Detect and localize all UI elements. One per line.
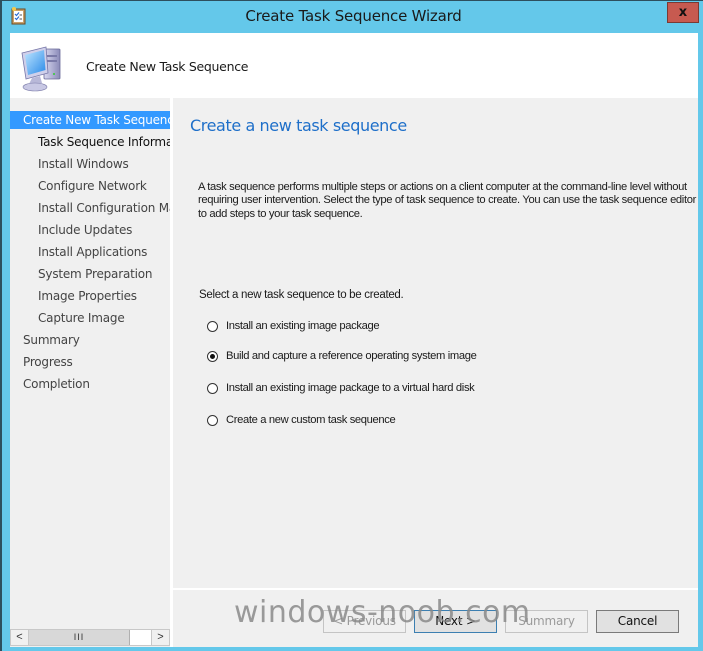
radio-button[interactable] [207,382,218,394]
close-button[interactable]: x [667,2,699,23]
header-title: Create New Task Sequence [86,59,249,74]
nav-item-configure-network[interactable]: Configure Network [10,177,170,195]
scrollbar-track[interactable] [130,630,152,645]
scrollbar-thumb[interactable]: III [29,630,130,645]
option-label: Install an existing image package to a v… [226,382,475,394]
option-label: Build and capture a reference operating … [226,350,477,362]
wizard-footer: < Previous Next > Summary Cancel [173,590,698,647]
summary-button[interactable]: Summary [505,610,588,633]
nav-item-progress[interactable]: Progress [10,353,170,371]
title-bar[interactable]: Create Task Sequence Wizard x [2,1,703,33]
nav-item-task-sequence-information[interactable]: Task Sequence Information [10,133,170,151]
nav-item-system-preparation[interactable]: System Preparation [10,265,170,283]
radio-button[interactable] [207,414,218,426]
option-label: Install an existing image package [226,320,380,332]
nav-item-summary[interactable]: Summary [10,331,170,349]
radio-button-selected[interactable] [207,350,218,362]
option-custom-task-sequence[interactable]: Create a new custom task sequence [207,412,396,428]
page-description: A task sequence performs multiple steps … [198,181,696,220]
wizard-content: Create a new task sequence A task sequen… [173,98,698,588]
scroll-left-arrow-icon[interactable]: < [11,630,29,645]
nav-item-completion[interactable]: Completion [10,375,170,393]
wizard-header: Create New Task Sequence [10,33,698,98]
page-title: Create a new task sequence [190,116,407,135]
nav-item-create-new-task-sequence[interactable]: Create New Task Sequence [10,111,170,129]
wizard-steps-nav: Create New Task Sequence Task Sequence I… [10,98,170,647]
option-label: Create a new custom task sequence [226,414,396,426]
options-label: Select a new task sequence to be created… [199,289,404,301]
window-title: Create Task Sequence Wizard [245,7,462,25]
nav-item-include-updates[interactable]: Include Updates [10,221,170,239]
scroll-right-arrow-icon[interactable]: > [151,630,169,645]
option-build-and-capture[interactable]: Build and capture a reference operating … [207,348,477,364]
radio-button[interactable] [207,320,218,332]
nav-horizontal-scrollbar[interactable]: < III > [10,629,170,646]
nav-item-install-windows[interactable]: Install Windows [10,155,170,173]
nav-item-install-applications[interactable]: Install Applications [10,243,170,261]
nav-item-capture-image[interactable]: Capture Image [10,309,170,327]
cancel-button[interactable]: Cancel [596,610,679,633]
wizard-window: Create Task Sequence Wizard x Create New… [0,0,703,651]
option-install-existing-image[interactable]: Install an existing image package [207,318,380,334]
previous-button[interactable]: < Previous [323,610,406,633]
option-install-to-vhd[interactable]: Install an existing image package to a v… [207,380,475,396]
next-button[interactable]: Next > [414,610,497,633]
computer-icon [21,46,61,92]
nav-item-image-properties[interactable]: Image Properties [10,287,170,305]
nav-item-install-configuration-manager[interactable]: Install Configuration Manager [10,199,170,217]
